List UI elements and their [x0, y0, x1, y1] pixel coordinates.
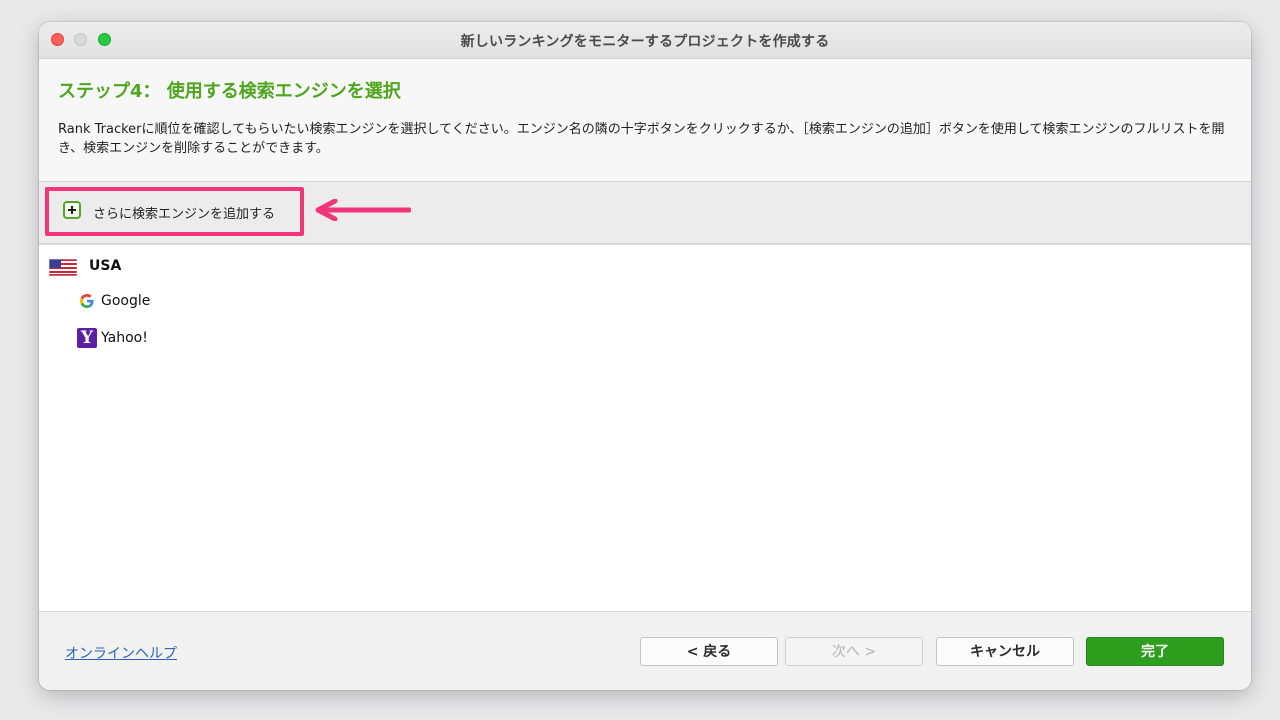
finish-button[interactable]: 完了 — [1086, 637, 1224, 666]
wizard-window: 新しいランキングをモニターするプロジェクトを作成する ステップ4： 使用する検索… — [39, 22, 1251, 690]
back-button[interactable]: < 戻る — [640, 637, 778, 666]
wizard-header: ステップ4： 使用する検索エンジンを選択 Rank Trackerに順位を確認し… — [39, 59, 1251, 182]
title-bar: 新しいランキングをモニターするプロジェクトを作成する — [39, 22, 1251, 59]
add-search-engine-button[interactable]: さらに検索エンジンを追加する — [45, 187, 304, 236]
wizard-footer: オンラインヘルプ < 戻る 次へ > キャンセル 完了 — [39, 611, 1251, 690]
plus-icon — [63, 201, 81, 219]
engine-row-yahoo[interactable]: Y Yahoo! — [77, 327, 377, 351]
left-arrow-icon — [315, 199, 411, 221]
google-icon — [80, 294, 94, 308]
step-title: ステップ4： 使用する検索エンジンを選択 — [58, 81, 401, 102]
cancel-button[interactable]: キャンセル — [936, 637, 1074, 666]
search-engine-list: USA Google Y Yahoo! — [39, 245, 1251, 611]
next-button: 次へ > — [785, 637, 923, 666]
engine-toolbar: さらに検索エンジンを追加する — [39, 182, 1251, 245]
us-flag-icon — [49, 259, 77, 276]
engine-label: Google — [101, 293, 151, 309]
engine-row-google[interactable]: Google — [79, 290, 379, 314]
country-row-usa[interactable]: USA — [49, 255, 349, 279]
country-label: USA — [89, 258, 122, 274]
yahoo-icon: Y — [77, 328, 97, 348]
online-help-link[interactable]: オンラインヘルプ — [65, 643, 177, 663]
engine-label: Yahoo! — [101, 330, 148, 346]
window-title: 新しいランキングをモニターするプロジェクトを作成する — [460, 34, 830, 50]
step-description: Rank Trackerに順位を確認してもらいたい検索エンジンを選択してください… — [58, 122, 1225, 156]
add-search-engine-label: さらに検索エンジンを追加する — [93, 207, 276, 222]
